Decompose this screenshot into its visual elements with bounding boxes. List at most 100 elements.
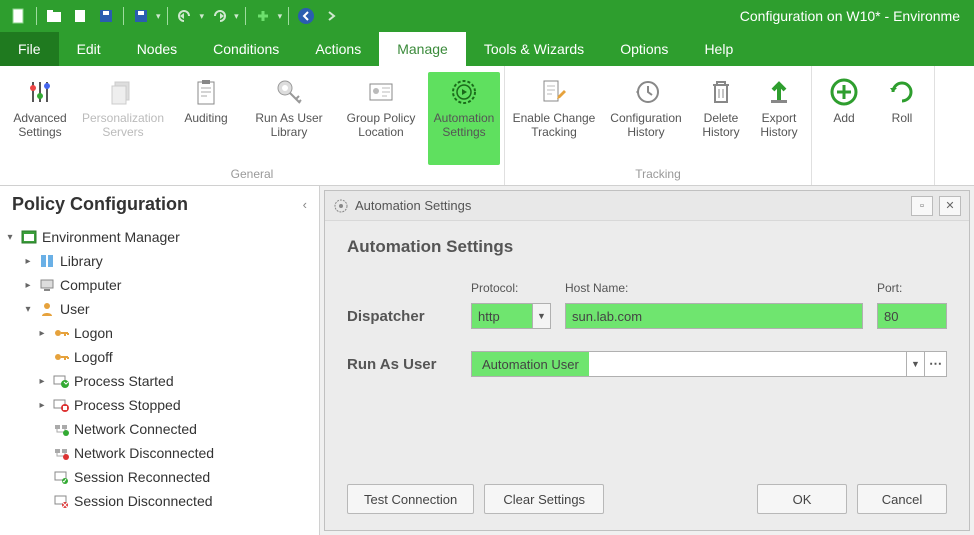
gear-play-icon (448, 76, 480, 108)
ribbon-delete-history[interactable]: DeleteHistory (693, 72, 749, 165)
ribbon: AdvancedSettings PersonalizationServers … (0, 66, 974, 186)
protocol-select[interactable]: http ▼ (471, 303, 551, 329)
ribbon-enable-change-tracking[interactable]: Enable ChangeTracking (509, 72, 599, 165)
browse-button[interactable]: ⋯ (924, 352, 946, 376)
tree: ▾ Environment Manager ▸ Library ▸ Comput… (0, 223, 319, 535)
ribbon-group-policy[interactable]: Group PolicyLocation (336, 72, 426, 165)
collapse-toggle[interactable]: ▾ (22, 304, 34, 315)
restore-button[interactable]: ▫ (911, 196, 933, 216)
menu-actions[interactable]: Actions (297, 32, 379, 66)
close-button[interactable]: ✕ (939, 196, 961, 216)
ribbon-rollback[interactable]: Roll (874, 72, 930, 165)
ribbon-export-history[interactable]: ExportHistory (751, 72, 807, 165)
menu-bar: File Edit Nodes Conditions Actions Manag… (0, 32, 974, 66)
sidebar: Policy Configuration ‹ ▾ Environment Man… (0, 186, 320, 535)
process-start-icon (52, 372, 70, 390)
tree-session-reconnected[interactable]: ▸ Session Reconnected (4, 465, 315, 489)
menu-edit[interactable]: Edit (59, 32, 119, 66)
expand-toggle[interactable]: ▸ (36, 328, 48, 339)
ribbon-advanced-settings[interactable]: AdvancedSettings (4, 72, 76, 165)
clear-settings-button[interactable]: Clear Settings (484, 484, 604, 514)
library-icon (38, 252, 56, 270)
dialog-body: Automation Settings Protocol: Host Name:… (325, 221, 969, 530)
expand-toggle[interactable]: ▸ (36, 376, 48, 387)
ribbon-config-history[interactable]: ConfigurationHistory (601, 72, 691, 165)
network-on-icon (52, 420, 70, 438)
dispatcher-label: Dispatcher (347, 308, 457, 325)
menu-manage[interactable]: Manage (379, 32, 466, 66)
user-icon (38, 300, 56, 318)
key-off-icon (52, 348, 70, 366)
sliders-icon (24, 76, 56, 108)
expand-toggle[interactable]: ▸ (36, 400, 48, 411)
qat-new-icon[interactable] (8, 5, 30, 27)
ok-button[interactable]: OK (757, 484, 847, 514)
port-input[interactable]: 80 (877, 303, 947, 329)
tree-logoff[interactable]: ▸ Logoff (4, 345, 315, 369)
network-off-icon (52, 444, 70, 462)
menu-file[interactable]: File (0, 32, 59, 66)
tree-user[interactable]: ▾ User (4, 297, 315, 321)
ribbon-group-tracking: Tracking (509, 165, 807, 183)
pencil-doc-icon (538, 76, 570, 108)
expand-toggle[interactable]: ▸ (22, 280, 34, 291)
ribbon-run-as-user[interactable]: Run As UserLibrary (244, 72, 334, 165)
collapse-icon[interactable]: ‹ (303, 197, 307, 212)
qat-save-icon[interactable] (95, 5, 117, 27)
collapse-toggle[interactable]: ▾ (4, 232, 16, 243)
tree-process-started[interactable]: ▸ Process Started (4, 369, 315, 393)
clipboard-icon (190, 76, 222, 108)
protocol-label: Protocol: (471, 281, 551, 295)
back-icon[interactable] (295, 5, 317, 27)
menu-tools[interactable]: Tools & Wizards (466, 32, 602, 66)
chevron-down-icon[interactable]: ▼ (532, 304, 550, 328)
menu-options[interactable]: Options (602, 32, 686, 66)
ribbon-group-general: General (4, 165, 500, 183)
qat-doc-icon[interactable] (69, 5, 91, 27)
tree-process-stopped[interactable]: ▸ Process Stopped (4, 393, 315, 417)
menu-help[interactable]: Help (686, 32, 751, 66)
history-icon (630, 76, 662, 108)
session-on-icon (52, 468, 70, 486)
ribbon-add[interactable]: Add (816, 72, 872, 165)
dialog-title: Automation Settings (355, 198, 471, 213)
qat-open-icon[interactable] (43, 5, 65, 27)
gear-icon (333, 198, 349, 214)
card-icon (365, 76, 397, 108)
plus-icon[interactable] (252, 5, 274, 27)
key-icon (273, 76, 305, 108)
ribbon-auditing[interactable]: Auditing (170, 72, 242, 165)
session-off-icon (52, 492, 70, 510)
tree-network-connected[interactable]: ▸ Network Connected (4, 417, 315, 441)
hostname-input[interactable]: sun.lab.com (565, 303, 863, 329)
add-circle-icon (828, 76, 860, 108)
dialog-heading: Automation Settings (347, 237, 947, 257)
process-stop-icon (52, 396, 70, 414)
expand-toggle[interactable]: ▸ (22, 256, 34, 267)
ribbon-automation-settings[interactable]: AutomationSettings (428, 72, 500, 165)
tree-root[interactable]: ▾ Environment Manager (4, 225, 315, 249)
computer-icon (38, 276, 56, 294)
qat-saveas-icon[interactable] (130, 5, 152, 27)
chevron-down-icon[interactable]: ▼ (906, 352, 924, 376)
menu-conditions[interactable]: Conditions (195, 32, 297, 66)
servers-icon (107, 76, 139, 108)
test-connection-button[interactable]: Test Connection (347, 484, 474, 514)
tree-logon[interactable]: ▸ Logon (4, 321, 315, 345)
redo-icon[interactable] (208, 5, 230, 27)
tree-network-disconnected[interactable]: ▸ Network Disconnected (4, 441, 315, 465)
menu-nodes[interactable]: Nodes (119, 32, 195, 66)
undo-icon[interactable] (174, 5, 196, 27)
tree-session-disconnected[interactable]: ▸ Session Disconnected (4, 489, 315, 513)
cancel-button[interactable]: Cancel (857, 484, 947, 514)
quick-access-toolbar: ▾ ▾ ▾ ▾ Configuration on W10* - Environm… (0, 0, 974, 32)
tree-computer[interactable]: ▸ Computer (4, 273, 315, 297)
tree-library[interactable]: ▸ Library (4, 249, 315, 273)
window-title: Configuration on W10* - Environme (740, 8, 966, 24)
forward-icon[interactable] (321, 5, 343, 27)
dialog-container: Automation Settings ▫ ✕ Automation Setti… (320, 186, 974, 535)
runas-label: Run As User (347, 356, 457, 373)
dialog-titlebar: Automation Settings ▫ ✕ (325, 191, 969, 221)
app-icon (20, 228, 38, 246)
runas-user-select[interactable]: Automation User ▼ ⋯ (471, 351, 947, 377)
